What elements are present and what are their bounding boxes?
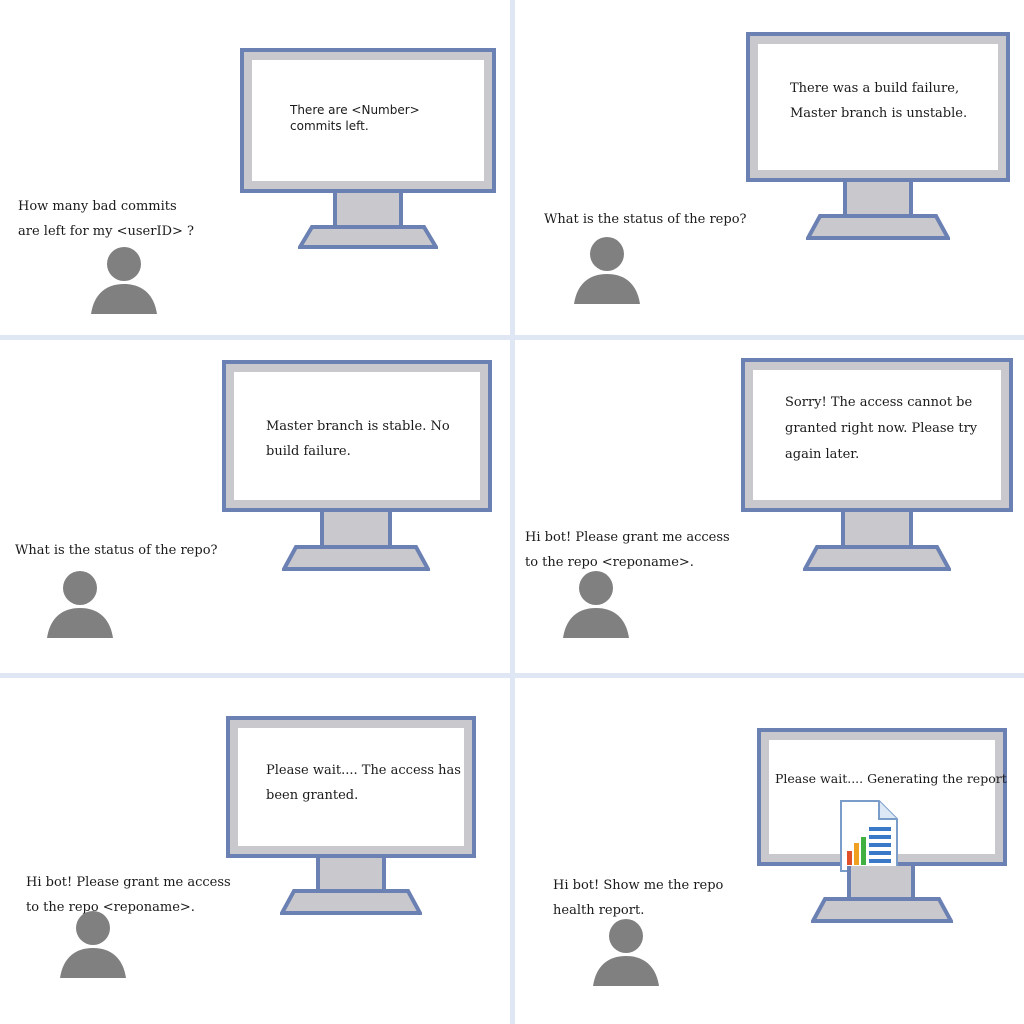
monitor-icon: Please wait.... Generating the report: [757, 728, 1007, 924]
user-question: How many bad commits are left for my <us…: [18, 199, 194, 239]
comic-panel-5: Please wait.... The access has been gran…: [0, 678, 510, 1024]
user-avatar-icon: [59, 910, 127, 978]
bot-reply: Master branch is stable. No build failur…: [234, 372, 480, 500]
user-avatar-icon: [592, 918, 660, 986]
comic-panel-6: Please wait.... Generating the report Hi…: [515, 678, 1024, 1024]
comic-panel-3: Master branch is stable. No build failur…: [0, 340, 510, 673]
user-avatar-icon: [46, 570, 114, 638]
bot-reply: Please wait.... The access has been gran…: [238, 728, 464, 846]
bot-reply: There was a build failure, Master branch…: [758, 44, 998, 170]
user-question: Hi bot! Please grant me access to the re…: [26, 875, 231, 915]
user-avatar-icon: [573, 236, 641, 304]
monitor-icon: Please wait.... The access has been gran…: [226, 716, 476, 918]
comic-panel-2: There was a build failure, Master branch…: [515, 0, 1024, 335]
bot-reply: There are <Number> commits left.: [252, 60, 484, 181]
bot-reply-screen: Please wait.... Generating the report: [769, 740, 1007, 872]
bot-reply: Sorry! The access cannot be granted righ…: [753, 370, 1001, 500]
user-question: What is the status of the repo?: [544, 212, 747, 227]
monitor-icon: Master branch is stable. No build failur…: [222, 360, 492, 572]
user-question: Hi bot! Show me the repo health report.: [553, 878, 724, 918]
monitor-icon: There was a build failure, Master branch…: [746, 32, 1010, 242]
user-question: Hi bot! Please grant me access to the re…: [525, 530, 730, 570]
user-question: What is the status of the repo?: [15, 543, 218, 558]
comic-panel-1: There are <Number> commits left. How man…: [0, 0, 510, 335]
user-avatar-icon: [562, 570, 630, 638]
user-avatar-icon: [90, 246, 158, 314]
monitor-icon: There are <Number> commits left.: [240, 48, 496, 250]
monitor-icon: Sorry! The access cannot be granted righ…: [741, 358, 1013, 574]
comic-panel-4: Sorry! The access cannot be granted righ…: [515, 340, 1024, 673]
